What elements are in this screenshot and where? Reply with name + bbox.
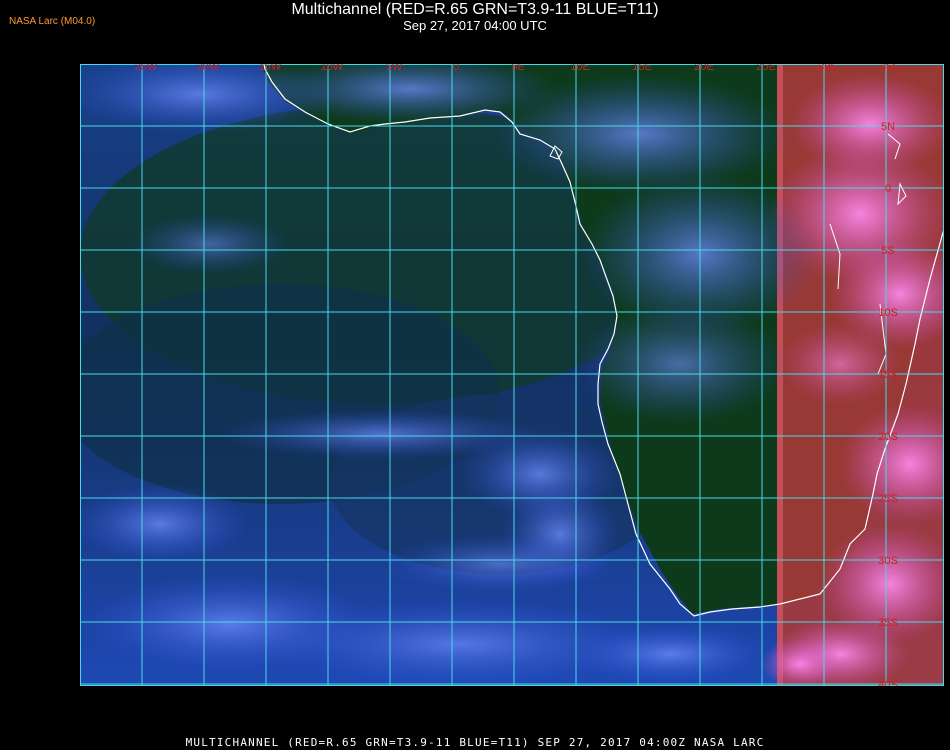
longitude-label: 0 bbox=[453, 64, 459, 73]
latitude-label: 35S bbox=[878, 617, 898, 629]
image-title: Multichannel (RED=R.65 GRN=T3.9-11 BLUE=… bbox=[291, 1, 659, 18]
longitude-label: 15E bbox=[632, 64, 652, 73]
provider-label: NASA Larc (M04.0) bbox=[9, 16, 96, 27]
longitude-label: 30E bbox=[818, 64, 838, 73]
latitude-label: 25S bbox=[878, 493, 898, 505]
longitude-label: 20W bbox=[197, 64, 220, 73]
longitude-label: 5W bbox=[386, 64, 403, 73]
latitude-label: 40S bbox=[878, 679, 898, 686]
longitude-label: 10W bbox=[321, 64, 344, 73]
latitude-label: 5S bbox=[881, 245, 894, 257]
latitude-label: 20S bbox=[878, 431, 898, 443]
longitude-label: 25W bbox=[135, 64, 158, 73]
satellite-map: 25W 20W 15W 10W 5W 0 5E 10E 15E 20E 25E 30E 35E 5N 0 5S… bbox=[60, 45, 950, 691]
latitude-label: 15S bbox=[878, 369, 898, 381]
longitude-label: 35E bbox=[880, 64, 900, 73]
latitude-label: 0 bbox=[885, 183, 891, 195]
latitude-label: 5N bbox=[881, 121, 895, 133]
image-timestamp: Sep 27, 2017 04:00 UTC bbox=[403, 18, 547, 33]
footer-caption: MULTICHANNEL (RED=R.65 GRN=T3.9-11 BLUE=… bbox=[185, 736, 765, 749]
satellite-image: 25W 20W 15W 10W 5W 0 5E 10E 15E 20E 25E 30E 35E 5N 0 5S… bbox=[60, 45, 950, 691]
longitude-label: 25E bbox=[756, 64, 776, 73]
longitude-label: 15W bbox=[259, 64, 282, 73]
latitude-label: 10S bbox=[878, 307, 898, 319]
longitude-label: 10E bbox=[570, 64, 590, 73]
latitude-label: 30S bbox=[878, 555, 898, 567]
longitude-label: 5E bbox=[511, 64, 524, 73]
longitude-label: 20E bbox=[694, 64, 714, 73]
